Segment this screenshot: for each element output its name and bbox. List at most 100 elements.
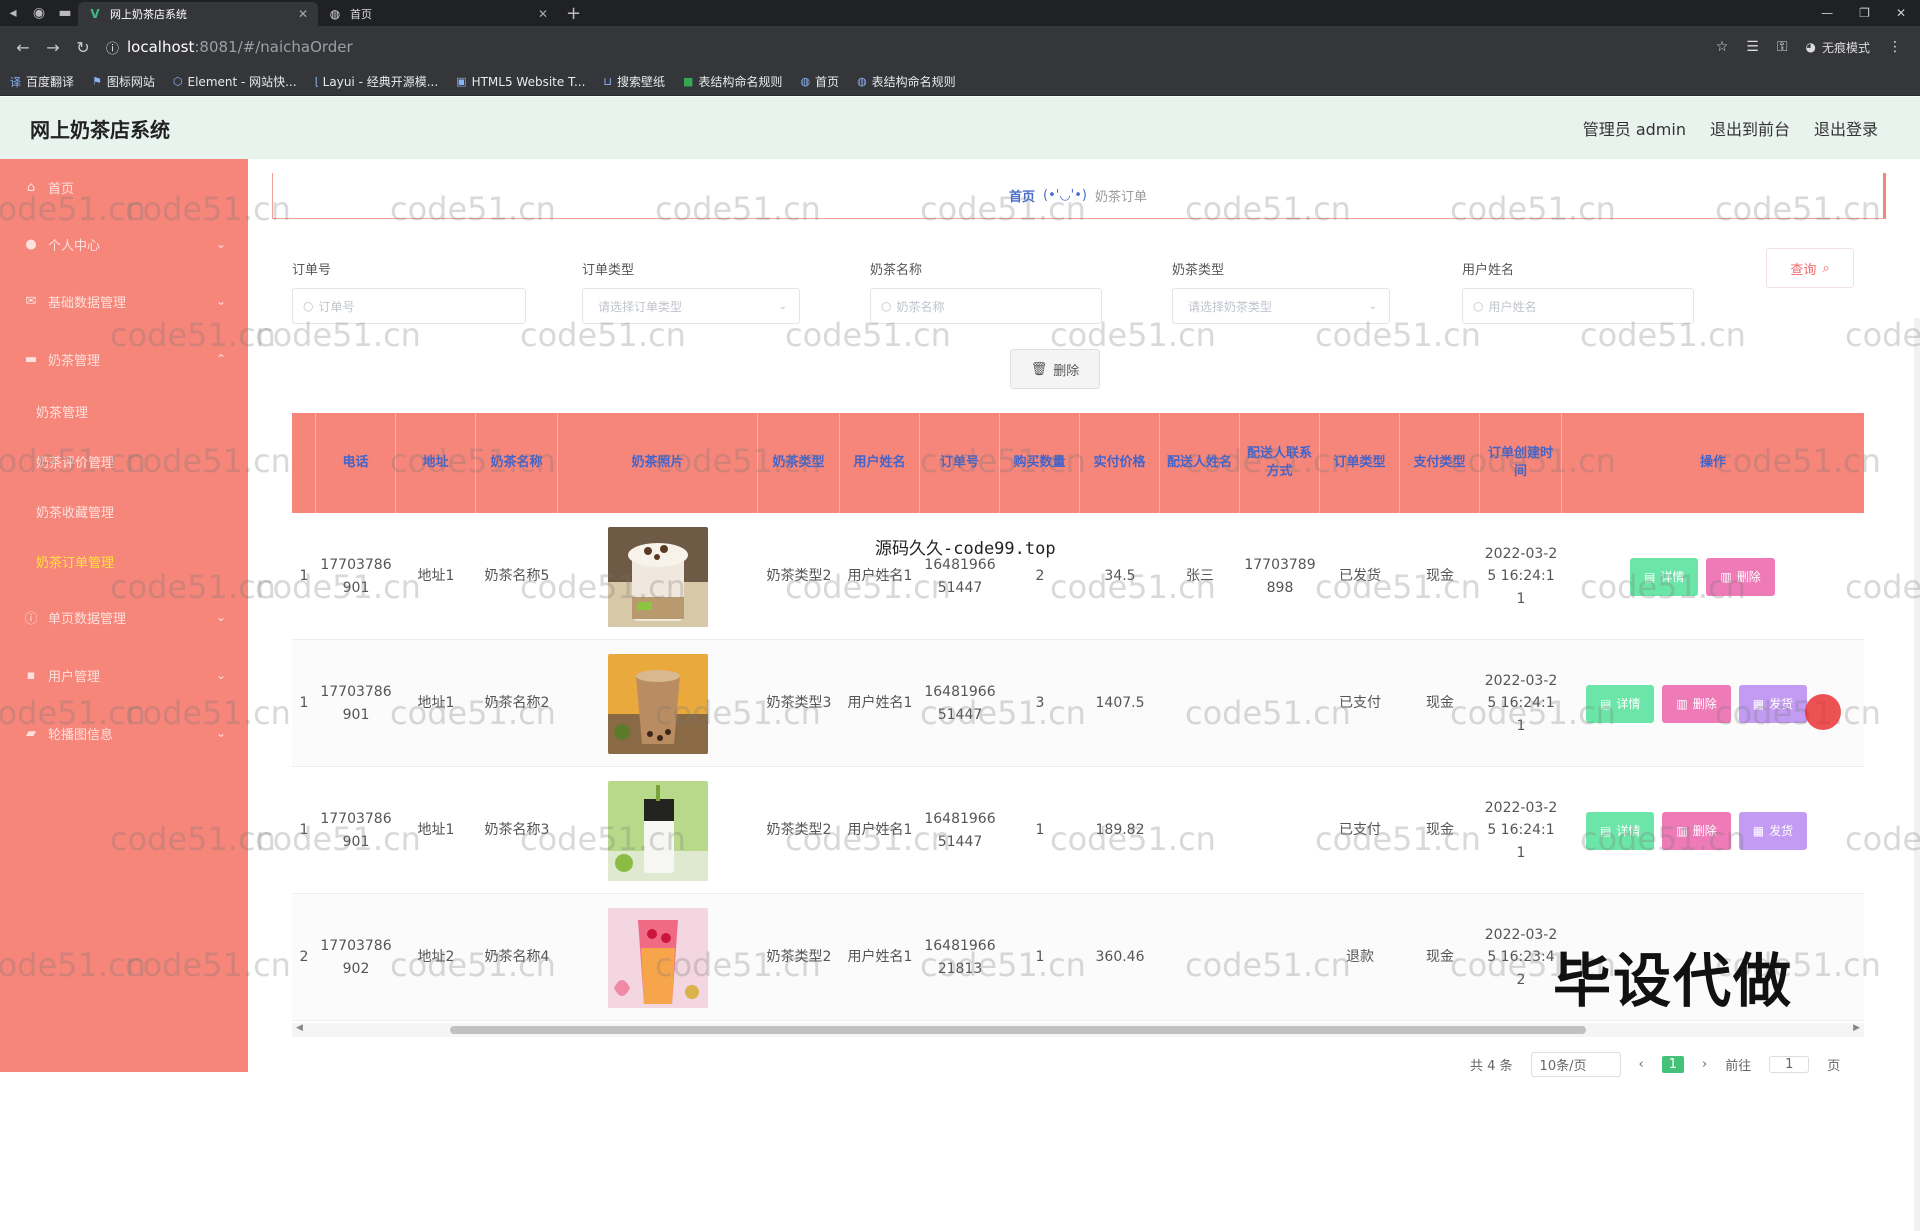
bookmark[interactable]: ⊔ 搜索壁纸 — [603, 73, 665, 90]
sidebar-subitem-orders[interactable]: 奶茶订单管理 — [0, 541, 248, 581]
th-courier-phone[interactable]: 配送人联系方式 — [1240, 413, 1320, 513]
back-icon[interactable]: ← — [8, 38, 38, 57]
cell-order-no: 1648196651447 — [924, 557, 996, 596]
bookmark-label: 表结构命名规则 — [698, 75, 783, 89]
sidebar-subitem-favorites[interactable]: 奶茶收藏管理 — [0, 491, 248, 531]
bookmark[interactable]: ■ 表结构命名规则 — [683, 73, 782, 90]
user-name-input[interactable]: ○ 用户姓名 — [1462, 288, 1694, 324]
bookmark[interactable]: ◍ 表结构命名规则 — [857, 73, 956, 90]
sidebar-item-base-data[interactable]: ✉ 基础数据管理 ⌄ — [0, 281, 248, 321]
sidebar-item-tea[interactable]: ▬ 奶茶管理 ⌃ — [0, 339, 248, 379]
chevron-up-icon: ⌃ — [215, 352, 226, 366]
sidebar-subitem-review[interactable]: 奶茶评价管理 — [0, 441, 248, 481]
scrollbar-thumb[interactable] — [450, 1026, 1586, 1034]
forward-icon[interactable]: → — [38, 38, 68, 57]
cursor-highlight — [1805, 694, 1841, 730]
th-create-time[interactable]: 订单创建时间 — [1480, 413, 1562, 513]
url-field[interactable]: ⓘ localhost:8081/#/naichaOrder — [106, 32, 1716, 62]
sidebar-subitem-tea[interactable]: 奶茶管理 — [0, 391, 248, 431]
detail-button[interactable]: ▤ 详情 — [1630, 557, 1699, 596]
bookmark[interactable]: ɭ Layui - 经典开源模... — [315, 73, 439, 90]
detail-button[interactable]: ▤ 详情 — [1586, 684, 1655, 723]
minimize-icon[interactable]: — — [1821, 6, 1833, 20]
scroll-left-icon[interactable]: ◀ — [296, 1023, 303, 1033]
star-icon[interactable]: ☆ — [1716, 39, 1729, 55]
sidebar-item-single-page[interactable]: ⓘ 单页数据管理 ⌄ — [0, 597, 248, 637]
filter-label-user-name: 用户姓名 — [1462, 263, 1515, 278]
menu-icon[interactable]: ⋮ — [1888, 39, 1902, 55]
goto-page-input[interactable]: 1 — [1769, 1056, 1810, 1073]
horizontal-scrollbar[interactable]: ◀ ▶ — [292, 1023, 1864, 1037]
delete-button[interactable]: ▥ 删除 — [1662, 811, 1731, 850]
delete-button[interactable]: ▥ 删除 — [1662, 684, 1731, 723]
reading-list-icon[interactable]: ☰ — [1746, 39, 1759, 55]
delete-button[interactable]: ▥ 删除 — [1706, 557, 1775, 596]
detail-label: 详情 — [1660, 570, 1685, 584]
restore-icon[interactable]: ❐ — [1859, 6, 1870, 20]
th-address[interactable]: 地址 — [396, 413, 476, 513]
ship-button[interactable]: ▦ 发货 — [1738, 684, 1808, 723]
sidebar-item-profile[interactable]: ● 个人中心 ⌄ — [0, 224, 248, 264]
order-no-input[interactable]: ○ 订单号 — [292, 288, 526, 324]
breadcrumb-home[interactable]: 首页 — [1009, 186, 1035, 205]
bookmark[interactable]: ◍ 首页 — [800, 73, 839, 90]
sidebar-item-carousel[interactable]: ▰ 轮播图信息 ⌄ — [0, 713, 248, 753]
batch-delete-button[interactable]: 🗑 删除 — [1010, 349, 1100, 389]
bookmark[interactable]: ⚑ 图标网站 — [92, 73, 155, 90]
tab-search-icon[interactable]: ◂ — [0, 0, 26, 26]
th-tea-name[interactable]: 奶茶名称 — [476, 413, 558, 513]
filter-label-tea-name: 奶茶名称 — [870, 263, 923, 278]
book-icon: ▦ — [1752, 696, 1765, 711]
input-placeholder: 用户姓名 — [1488, 299, 1537, 314]
query-button[interactable]: 查询 ⌕ — [1766, 248, 1854, 288]
th-tea-type[interactable]: 奶茶类型 — [758, 413, 840, 513]
th-courier[interactable]: 配送人姓名 — [1160, 413, 1240, 513]
tea-photo[interactable] — [608, 907, 708, 1008]
tea-photo[interactable] — [608, 780, 708, 881]
th-quantity[interactable]: 购买数量 — [1000, 413, 1080, 513]
tea-type-select[interactable]: 请选择奶茶类型 ⌄ — [1172, 288, 1390, 324]
scroll-right-icon[interactable]: ▶ — [1853, 1023, 1860, 1033]
th-phone[interactable]: 电话 — [316, 413, 396, 513]
incognito-badge[interactable]: ◕ 无痕模式 — [1806, 39, 1871, 56]
window-icon[interactable]: ▬ — [52, 0, 78, 26]
sidebar-item-home[interactable]: ⌂ 首页 — [0, 167, 248, 207]
sidebar-item-label: 奶茶订单管理 — [36, 555, 115, 571]
tea-name-input[interactable]: ○ 奶茶名称 — [870, 288, 1102, 324]
cell-tea-type: 奶茶类型2 — [766, 949, 832, 966]
order-type-select[interactable]: 请选择订单类型 ⌄ — [582, 288, 800, 324]
logout-link[interactable]: 退出登录 — [1814, 116, 1878, 140]
th-order-no[interactable]: 订单号 — [920, 413, 1000, 513]
page-size-select[interactable]: 10条/页 — [1530, 1052, 1621, 1077]
info-icon[interactable]: ⓘ — [106, 38, 119, 57]
globe-icon[interactable]: ◉ — [26, 0, 52, 26]
prev-page-icon[interactable]: ‹ — [1639, 1057, 1644, 1072]
new-tab-icon[interactable]: + — [566, 3, 581, 24]
th-price[interactable]: 实付价格 — [1080, 413, 1160, 513]
delete-label: 删除 — [1736, 570, 1761, 584]
browser-tab[interactable]: ◍ 首页 ✕ — [318, 2, 558, 26]
close-icon[interactable]: ✕ — [538, 7, 548, 21]
th-pay-type[interactable]: 支付类型 — [1400, 413, 1480, 513]
th-user-name[interactable]: 用户姓名 — [840, 413, 920, 513]
vertical-scrollbar[interactable] — [1914, 318, 1920, 1231]
cell-user-name: 用户姓名1 — [847, 568, 913, 585]
page-number-current[interactable]: 1 — [1661, 1056, 1685, 1073]
bookmark[interactable]: ▣ HTML5 Website T... — [456, 75, 585, 89]
browser-tab-active[interactable]: V 网上奶茶店系统 ✕ — [78, 2, 318, 26]
bookmark[interactable]: 译百度翻译 — [10, 73, 74, 90]
close-icon[interactable]: ✕ — [298, 7, 308, 21]
next-page-icon[interactable]: › — [1702, 1057, 1707, 1072]
close-window-icon[interactable]: ✕ — [1896, 6, 1906, 20]
cell-price: 34.5 — [1104, 568, 1136, 585]
reload-icon[interactable]: ↻ — [68, 38, 98, 57]
tea-photo[interactable] — [608, 526, 708, 627]
ship-button[interactable]: ▦ 发货 — [1738, 811, 1808, 850]
bookmark[interactable]: ⬡ Element - 网站快... — [173, 73, 297, 90]
tea-photo[interactable] — [608, 653, 708, 754]
th-order-type[interactable]: 订单类型 — [1320, 413, 1400, 513]
detail-button[interactable]: ▤ 详情 — [1586, 811, 1655, 850]
sidebar-item-users[interactable]: ▪ 用户管理 ⌄ — [0, 655, 248, 695]
key-icon[interactable]: ⚿ — [1777, 39, 1788, 55]
back-to-front-link[interactable]: 退出到前台 — [1710, 116, 1790, 140]
